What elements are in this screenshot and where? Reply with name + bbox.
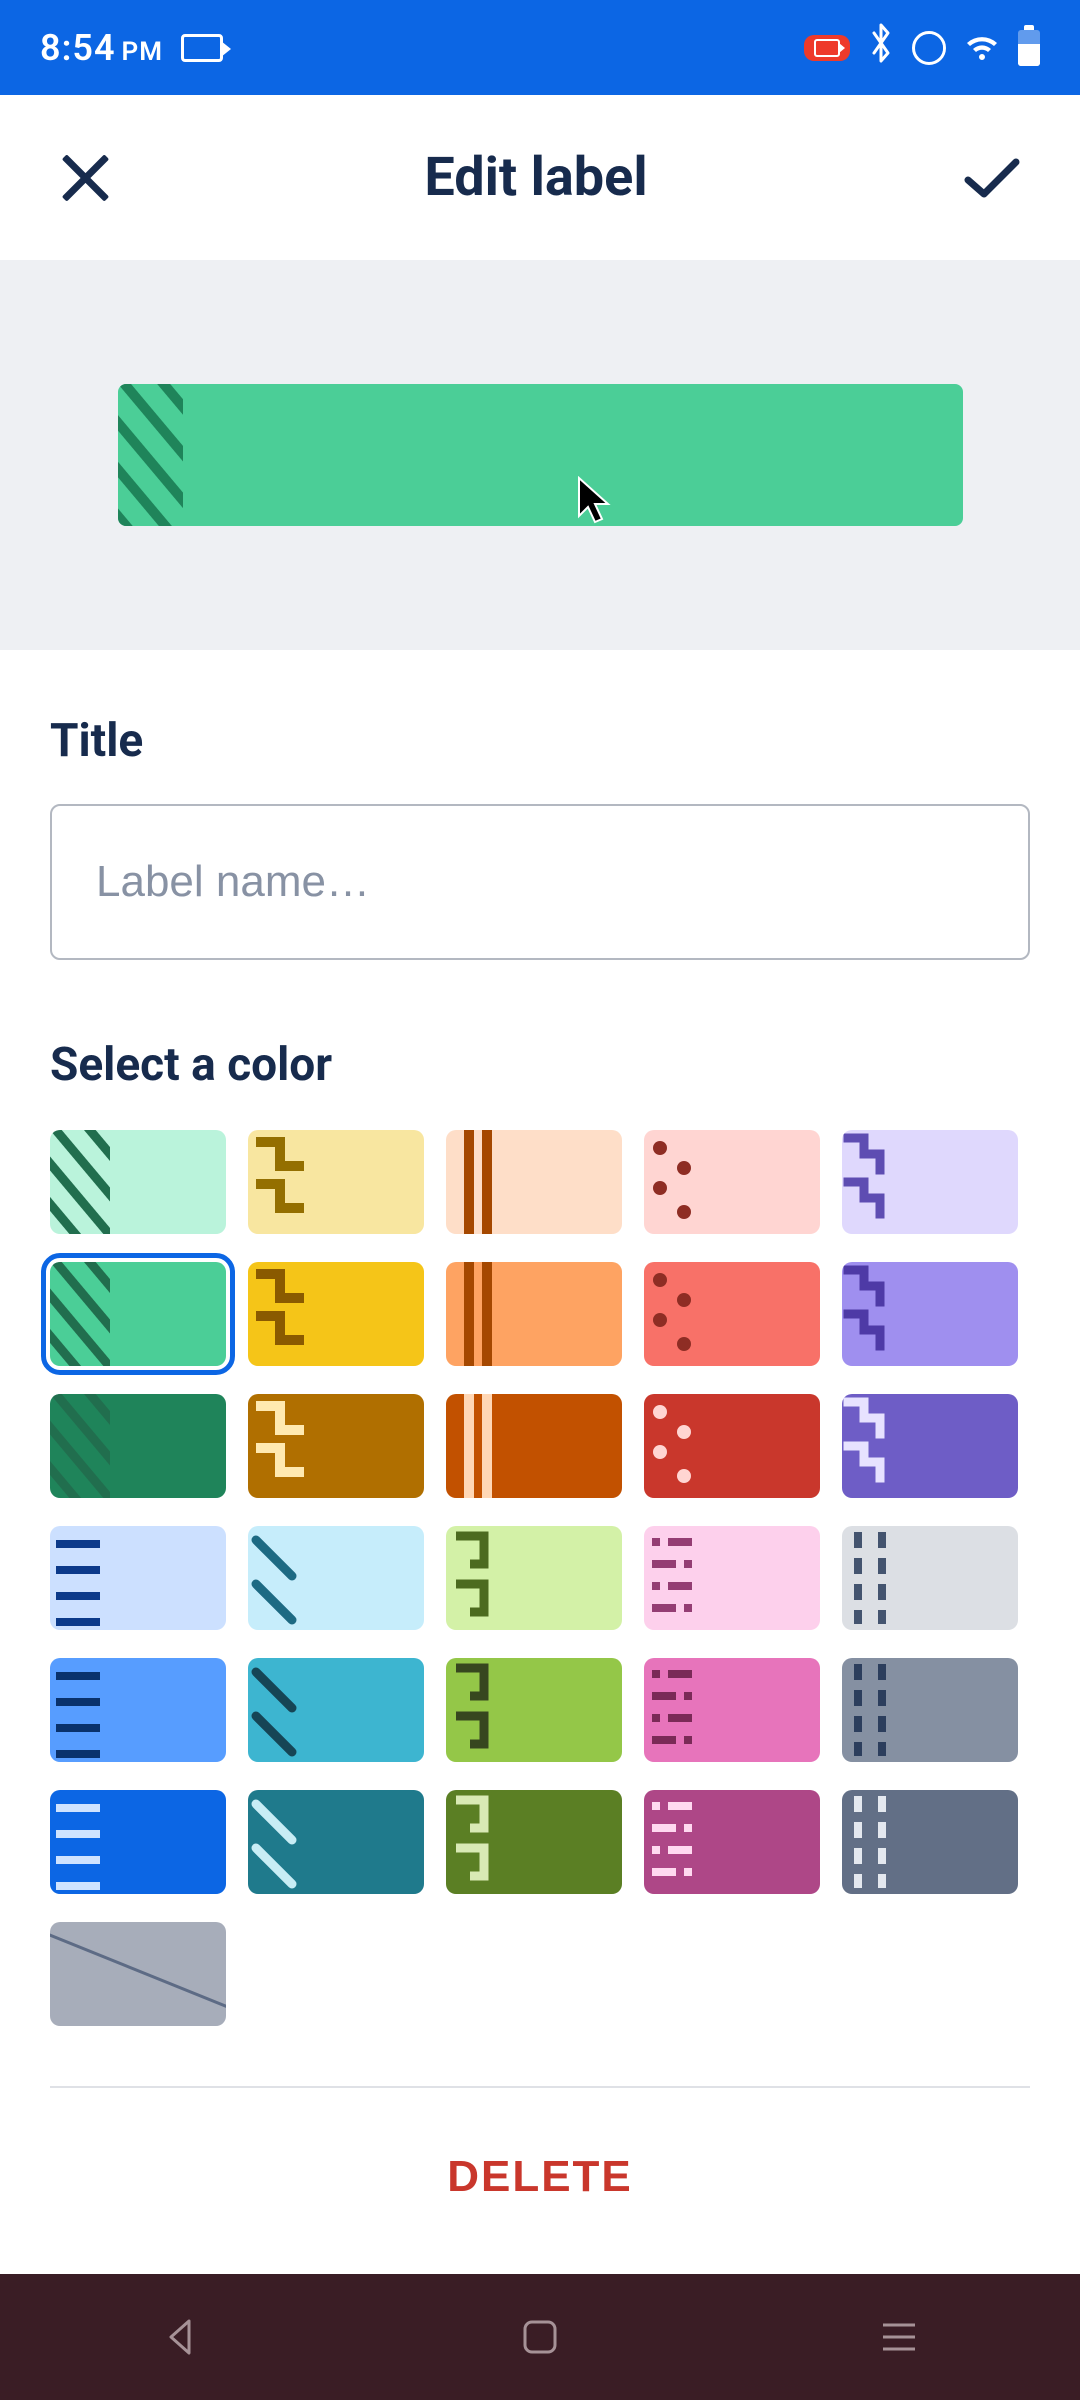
color-swatch-green[interactable] <box>50 1262 226 1366</box>
color-swatch-purple-light[interactable] <box>842 1130 1018 1234</box>
color-swatch-lime-dark[interactable] <box>446 1790 622 1894</box>
color-swatch-gray-dark[interactable] <box>842 1790 1018 1894</box>
status-time: 8:54PM <box>40 27 163 69</box>
android-nav-bar <box>0 2274 1080 2400</box>
color-swatch-purple-dark[interactable] <box>842 1394 1018 1498</box>
screencast-icon <box>181 34 223 62</box>
label-name-input[interactable] <box>50 804 1030 960</box>
dnd-icon <box>912 31 946 65</box>
color-swatch-pink-dark[interactable] <box>644 1790 820 1894</box>
color-swatch-pink-light[interactable] <box>644 1526 820 1630</box>
title-label: Title <box>50 714 1030 768</box>
bluetooth-icon <box>868 23 894 72</box>
nav-home-icon[interactable] <box>522 2319 558 2355</box>
color-swatch-none[interactable] <box>50 1922 226 2026</box>
recording-indicator-icon <box>804 35 850 61</box>
color-swatch-lime[interactable] <box>446 1658 622 1762</box>
color-swatch-red[interactable] <box>644 1262 820 1366</box>
delete-button[interactable]: DELETE <box>447 2152 633 2202</box>
color-swatch-sky[interactable] <box>248 1658 424 1762</box>
color-swatch-orange-light[interactable] <box>446 1130 622 1234</box>
color-swatch-pink[interactable] <box>644 1658 820 1762</box>
battery-icon <box>1018 30 1040 66</box>
color-swatch-gray-light[interactable] <box>842 1526 1018 1630</box>
color-swatch-yellow-light[interactable] <box>248 1130 424 1234</box>
select-color-label: Select a color <box>50 1038 1030 1092</box>
color-swatch-blue[interactable] <box>50 1658 226 1762</box>
confirm-button[interactable] <box>962 156 1022 200</box>
nav-back-icon[interactable] <box>161 2317 201 2357</box>
label-preview <box>118 384 963 526</box>
app-header: Edit label <box>0 95 1080 260</box>
status-bar: 8:54PM <box>0 0 1080 95</box>
color-swatch-sky-dark[interactable] <box>248 1790 424 1894</box>
color-swatch-lime-light[interactable] <box>446 1526 622 1630</box>
color-swatch-blue-light[interactable] <box>50 1526 226 1630</box>
color-swatch-orange[interactable] <box>446 1262 622 1366</box>
close-button[interactable] <box>58 152 110 204</box>
color-swatch-grid <box>50 1130 1030 2026</box>
page-title: Edit label <box>424 146 647 209</box>
label-preview-area <box>0 260 1080 650</box>
color-swatch-sky-light[interactable] <box>248 1526 424 1630</box>
color-swatch-orange-dark[interactable] <box>446 1394 622 1498</box>
color-swatch-yellow[interactable] <box>248 1262 424 1366</box>
color-swatch-red-dark[interactable] <box>644 1394 820 1498</box>
color-swatch-green-light[interactable] <box>50 1130 226 1234</box>
color-swatch-purple[interactable] <box>842 1262 1018 1366</box>
color-swatch-red-light[interactable] <box>644 1130 820 1234</box>
wifi-icon <box>964 34 1000 62</box>
color-swatch-yellow-dark[interactable] <box>248 1394 424 1498</box>
color-swatch-gray[interactable] <box>842 1658 1018 1762</box>
color-swatch-green-dark[interactable] <box>50 1394 226 1498</box>
nav-recent-icon[interactable] <box>879 2321 919 2353</box>
color-swatch-blue-dark[interactable] <box>50 1790 226 1894</box>
